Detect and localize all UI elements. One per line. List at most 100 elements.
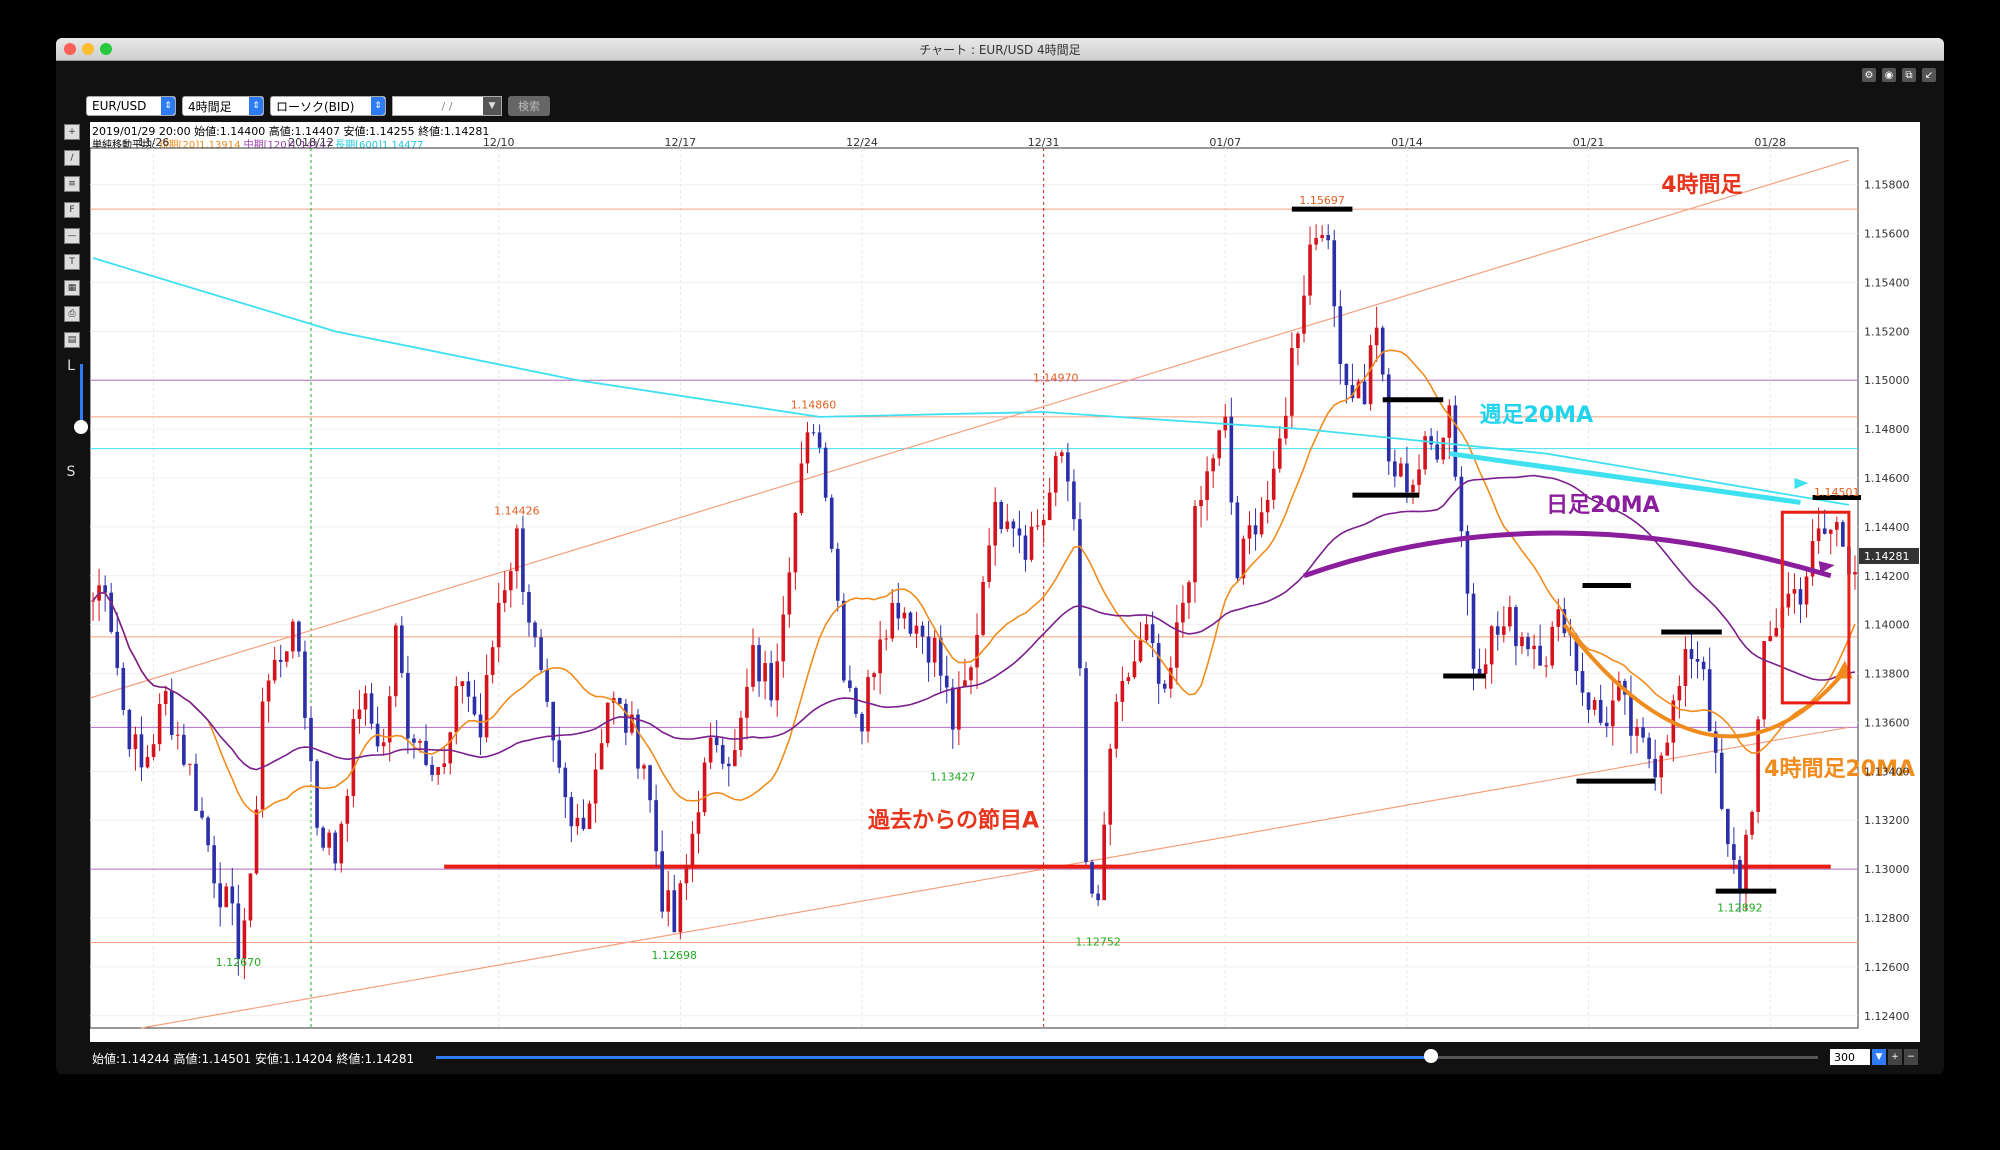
- candle-body: [1417, 469, 1421, 485]
- candle-body: [690, 833, 695, 866]
- candle-body: [508, 571, 513, 591]
- candle-body: [91, 600, 95, 602]
- range-slider-track[interactable]: [436, 1056, 1818, 1059]
- price-peak-label: 1.12892: [1717, 902, 1763, 915]
- symbol-select[interactable]: EUR/USD ⇕: [86, 96, 176, 116]
- candle-body: [454, 686, 459, 733]
- candle-body: [1374, 327, 1379, 346]
- calendar-dropdown-icon[interactable]: ▼: [483, 97, 501, 115]
- candle-body: [1689, 649, 1694, 659]
- search-button[interactable]: 検索: [508, 96, 550, 116]
- horizontal-line-tool-icon[interactable]: —: [64, 228, 80, 244]
- annotation-support-a: 過去からの節目A: [868, 808, 1039, 834]
- bar-count-value: 300: [1834, 1050, 1855, 1064]
- bar-count-field[interactable]: 300: [1830, 1049, 1870, 1065]
- candle-body: [1035, 525, 1040, 527]
- footer-ohlc: 始値:1.14244 高値:1.14501 安値:1.14204 終値:1.14…: [92, 1052, 415, 1066]
- candle-body: [1059, 452, 1064, 457]
- layout-tool-icon[interactable]: ▤: [64, 332, 80, 348]
- y-tick-label: 1.14800: [1864, 423, 1910, 436]
- candle-body: [442, 763, 447, 768]
- candle-body: [436, 767, 440, 775]
- x-tick-label: 01/21: [1573, 136, 1605, 149]
- candle-body: [151, 744, 156, 757]
- candlestick-chart[interactable]: 1.15697 1.14860 1.14970 1.14426 1.13427 1.126…: [90, 122, 1920, 1042]
- size-slider-track[interactable]: [80, 364, 83, 424]
- bar-count-dropdown-icon[interactable]: ▼: [1872, 1049, 1886, 1065]
- print-tool-icon[interactable]: ⎙: [64, 306, 80, 322]
- candle-body: [466, 681, 471, 697]
- crosshair-tool-icon[interactable]: +: [64, 124, 80, 140]
- candle-body: [860, 713, 864, 732]
- table-tool-icon[interactable]: ▦: [64, 280, 80, 296]
- candle-body: [617, 697, 622, 704]
- date-input[interactable]: / / ▼: [392, 96, 502, 116]
- candle-body: [648, 765, 652, 801]
- candle-body: [1477, 668, 1482, 674]
- small-label: S: [66, 464, 76, 480]
- footer-bar: 始値:1.14244 高値:1.14501 安値:1.14204 終値:1.14…: [90, 1046, 1920, 1068]
- candle-body: [848, 680, 852, 689]
- candle-body: [236, 903, 241, 960]
- candle-body: [1508, 607, 1512, 627]
- candle-body: [218, 883, 222, 908]
- candle-body: [720, 745, 725, 764]
- candle-body: [1429, 436, 1433, 445]
- chevron-updown-icon: ⇕: [371, 97, 385, 115]
- candle-body: [169, 691, 174, 735]
- candle-body: [212, 845, 216, 884]
- candle-body: [1441, 437, 1446, 460]
- candle-body: [1695, 658, 1700, 662]
- charttype-select[interactable]: ローソク(BID) ⇕: [270, 96, 386, 116]
- candle-body: [448, 732, 453, 764]
- candle-body: [599, 743, 604, 770]
- candle-body: [109, 592, 114, 632]
- candle-body: [1738, 859, 1742, 892]
- range-slider-knob[interactable]: [1424, 1049, 1438, 1063]
- text-tool-icon[interactable]: T: [64, 254, 80, 270]
- candle-body: [1320, 235, 1324, 239]
- candle-body: [1598, 699, 1603, 723]
- minus-icon[interactable]: −: [1904, 1049, 1918, 1065]
- candle-body: [999, 501, 1004, 529]
- popout-icon[interactable]: ⧉: [1902, 68, 1916, 82]
- plus-icon[interactable]: +: [1888, 1049, 1902, 1065]
- candle-body: [303, 651, 307, 718]
- candle-body: [1271, 468, 1276, 500]
- candle-body: [969, 667, 973, 681]
- annotation-weekly-ma: 週足20MA: [1480, 403, 1594, 428]
- camera-icon[interactable]: ◉: [1882, 68, 1896, 82]
- collapse-icon[interactable]: ↙: [1922, 68, 1936, 82]
- fibonacci-tool-icon[interactable]: F: [64, 202, 80, 218]
- candle-body: [1211, 458, 1215, 472]
- candle-body: [230, 886, 235, 904]
- candle-body: [157, 703, 162, 745]
- y-tick-label: 1.12600: [1864, 961, 1910, 974]
- settings-icon[interactable]: ⚙: [1862, 68, 1876, 82]
- candle-body: [527, 591, 531, 623]
- candle-body: [381, 742, 386, 747]
- candle-body: [908, 612, 913, 634]
- timeframe-select[interactable]: 4時間足 ⇕: [182, 96, 264, 116]
- candle-body: [1047, 492, 1052, 521]
- chart-panel[interactable]: 2019/01/29 20:00 始値:1.14400 高値:1.14407 安…: [90, 122, 1920, 1042]
- annotation-daily-ma: 日足20MA: [1546, 493, 1660, 518]
- x-tick-label: 12/17: [664, 136, 696, 149]
- candle-body: [1526, 636, 1530, 650]
- candle-body: [1683, 649, 1688, 686]
- candle-body: [327, 832, 331, 848]
- size-slider-knob[interactable]: [74, 420, 88, 434]
- candle-body: [1532, 645, 1536, 650]
- candle-body: [291, 621, 295, 652]
- trendline-tool-icon[interactable]: /: [64, 150, 80, 166]
- candle-body: [823, 447, 828, 498]
- candle-body: [1707, 669, 1712, 732]
- candle-body: [569, 797, 574, 827]
- channel-tool-icon[interactable]: ≡: [64, 176, 80, 192]
- candle-body: [684, 865, 689, 884]
- candle-body: [163, 691, 168, 704]
- candle-body: [624, 703, 628, 733]
- candle-body: [539, 637, 543, 671]
- candle-body: [521, 528, 525, 592]
- current-price-label: 1.14281: [1864, 550, 1910, 563]
